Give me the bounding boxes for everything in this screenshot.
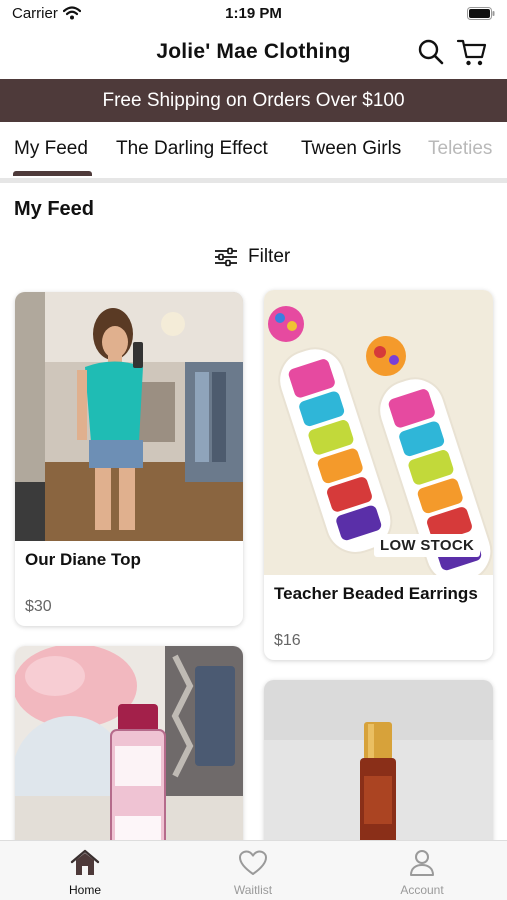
person-icon xyxy=(410,850,434,876)
product-image xyxy=(264,290,493,575)
section-title: My Feed xyxy=(14,198,95,220)
product-name: Our Diane Top xyxy=(25,550,141,569)
status-bar: Carrier 1:19 PM xyxy=(0,0,507,28)
oil-roller-photo xyxy=(264,680,493,856)
product-card[interactable] xyxy=(264,680,493,856)
category-tabs: My Feed The Darling Effect Tween Girls T… xyxy=(0,122,507,180)
tab-the-darling-effect[interactable]: The Darling Effect xyxy=(116,138,268,160)
tabs-divider xyxy=(0,178,507,183)
bottom-tab-bar: Home Waitlist Account xyxy=(0,840,507,900)
filter-icon xyxy=(215,247,237,267)
nav-label: Account xyxy=(400,883,444,897)
active-tab-indicator xyxy=(13,171,92,176)
search-icon xyxy=(418,39,444,65)
product-price: $30 xyxy=(25,598,52,615)
battery-icon xyxy=(467,7,495,20)
nav-label: Home xyxy=(68,883,101,897)
product-card[interactable]: LOW STOCK Teacher Beaded Earrings $16 xyxy=(264,290,493,660)
tab-tween-girls[interactable]: Tween Girls xyxy=(301,138,401,160)
product-card[interactable] xyxy=(15,646,243,856)
tab-my-feed[interactable]: My Feed xyxy=(14,138,88,160)
cart-button[interactable] xyxy=(456,36,488,68)
search-button[interactable] xyxy=(417,38,445,66)
product-name: Teacher Beaded Earrings xyxy=(274,584,478,603)
clock: 1:19 PM xyxy=(225,5,282,22)
nav-account[interactable]: Account xyxy=(372,847,472,897)
app-header: Jolie' Mae Clothing xyxy=(0,28,507,78)
cart-icon xyxy=(456,39,487,66)
filter-label: Filter xyxy=(248,246,291,267)
tab-teleties[interactable]: Teleties xyxy=(428,138,492,160)
heart-icon xyxy=(239,850,267,875)
product-image xyxy=(264,680,493,856)
nav-home[interactable]: Home xyxy=(35,847,135,897)
filter-button[interactable]: Filter xyxy=(214,244,290,270)
nav-label: Waitlist xyxy=(233,883,273,897)
nav-waitlist[interactable]: Waitlist xyxy=(203,847,303,897)
product-image xyxy=(15,292,243,541)
earrings-photo xyxy=(264,290,493,575)
product-price: $16 xyxy=(274,632,301,649)
boutique-photo xyxy=(15,292,243,541)
low-stock-badge: LOW STOCK xyxy=(374,534,481,557)
product-card[interactable]: Our Diane Top $30 xyxy=(15,292,243,626)
perfume-photo xyxy=(15,646,243,856)
promo-banner[interactable]: Free Shipping on Orders Over $100 xyxy=(0,79,507,122)
product-image xyxy=(15,646,243,856)
home-icon xyxy=(70,849,100,875)
